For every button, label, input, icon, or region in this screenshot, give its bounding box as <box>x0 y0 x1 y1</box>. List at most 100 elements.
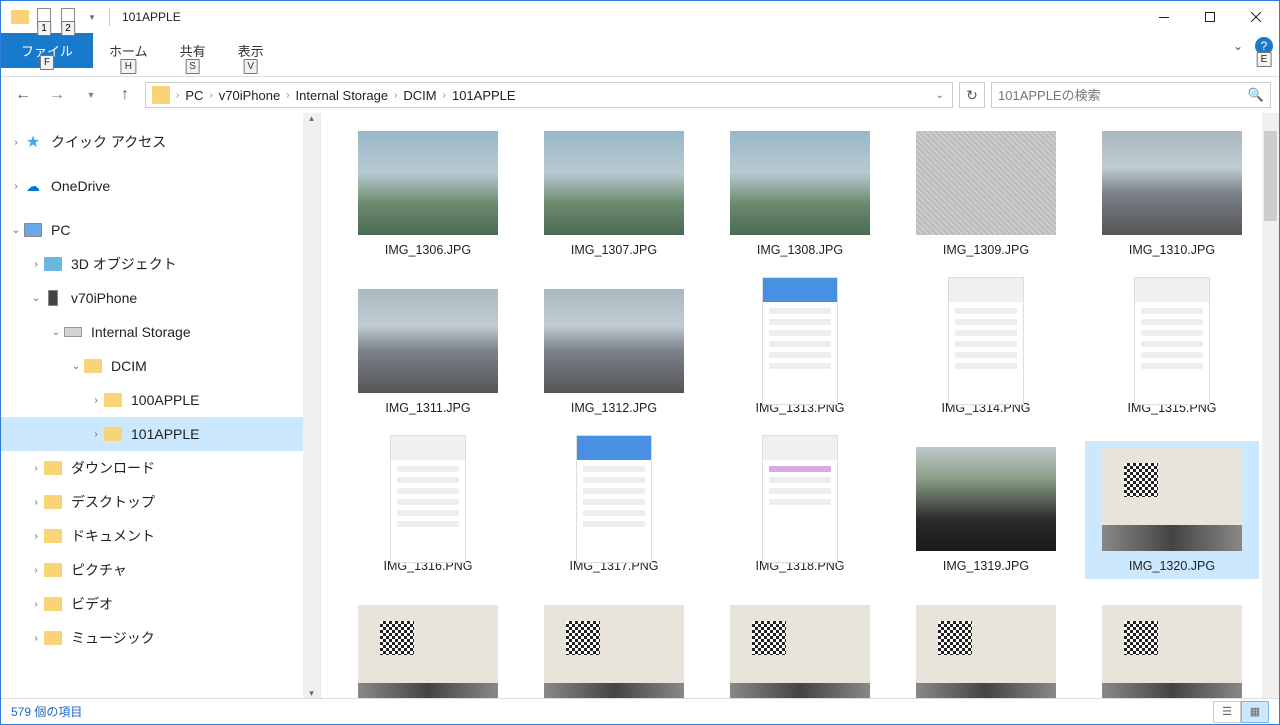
drive-icon <box>63 323 83 341</box>
file-thumbnail <box>544 605 684 699</box>
recent-dropdown[interactable]: ▼ <box>77 81 105 109</box>
file-label: IMG_1320.JPG <box>1129 559 1215 573</box>
file-label: IMG_1310.JPG <box>1129 243 1215 257</box>
crumb-dcim[interactable]: DCIM <box>399 88 440 103</box>
details-view-button[interactable]: ☰ <box>1213 701 1241 723</box>
search-input[interactable] <box>998 88 1248 103</box>
tree-quick-access[interactable]: ›★クイック アクセス <box>1 125 320 159</box>
folder-icon <box>43 629 63 647</box>
tree-dcim[interactable]: ⌄DCIM <box>1 349 320 383</box>
file-thumbnail <box>730 605 870 699</box>
qat-properties-icon[interactable]: 1 <box>33 6 55 28</box>
file-item[interactable] <box>341 599 515 699</box>
up-button[interactable]: ↑ <box>111 81 139 109</box>
file-item[interactable]: IMG_1310.JPG <box>1085 125 1259 263</box>
address-bar[interactable]: › PC › v70iPhone › Internal Storage › DC… <box>145 82 953 108</box>
ribbon-expand-icon[interactable]: ⌄ <box>1227 33 1249 59</box>
file-thumbnail <box>730 289 870 393</box>
phone-icon <box>43 289 63 307</box>
minimize-button[interactable] <box>1141 1 1187 33</box>
maximize-button[interactable] <box>1187 1 1233 33</box>
chevron-right-icon[interactable]: › <box>174 90 181 101</box>
tree-downloads[interactable]: ›ダウンロード <box>1 451 320 485</box>
file-item[interactable]: IMG_1312.JPG <box>527 283 701 421</box>
tree-desktop[interactable]: ›デスクトップ <box>1 485 320 519</box>
file-item[interactable] <box>1085 599 1259 699</box>
search-box[interactable]: 🔍 <box>991 82 1271 108</box>
tree-101apple[interactable]: ›101APPLE <box>1 417 320 451</box>
chevron-right-icon[interactable]: › <box>441 90 448 101</box>
tree-pc[interactable]: ⌄PC <box>1 213 320 247</box>
file-item[interactable] <box>713 599 887 699</box>
tree-100apple[interactable]: ›100APPLE <box>1 383 320 417</box>
help-icon[interactable]: ?E <box>1255 37 1273 55</box>
chevron-right-icon[interactable]: › <box>207 90 214 101</box>
file-grid: IMG_1306.JPGIMG_1307.JPGIMG_1308.JPGIMG_… <box>341 125 1259 699</box>
forward-button[interactable]: → <box>43 81 71 109</box>
file-item[interactable]: IMG_1316.PNG <box>341 441 515 579</box>
file-item[interactable]: IMG_1317.PNG <box>527 441 701 579</box>
tab-home[interactable]: ホームH <box>93 33 164 66</box>
file-label: IMG_1309.JPG <box>943 243 1029 257</box>
item-count: 579 個の項目 <box>11 703 82 720</box>
crumb-pc[interactable]: PC <box>181 88 207 103</box>
file-thumbnail <box>358 131 498 235</box>
file-thumbnail <box>916 131 1056 235</box>
file-item[interactable] <box>527 599 701 699</box>
file-item[interactable]: IMG_1314.PNG <box>899 283 1073 421</box>
tree-3d-objects[interactable]: ›3D オブジェクト <box>1 247 320 281</box>
folder-icon <box>43 527 63 545</box>
qat-customize-icon[interactable]: ▾ <box>81 6 103 28</box>
separator <box>109 8 110 26</box>
file-item[interactable]: IMG_1319.JPG <box>899 441 1073 579</box>
tree-pictures[interactable]: ›ピクチャ <box>1 553 320 587</box>
tree-videos[interactable]: ›ビデオ <box>1 587 320 621</box>
file-thumbnail <box>1102 447 1242 551</box>
thumbnails-view-button[interactable]: ▦ <box>1241 701 1269 723</box>
address-dropdown-icon[interactable]: ⌄ <box>930 90 950 101</box>
file-item[interactable]: IMG_1311.JPG <box>341 283 515 421</box>
file-thumbnail <box>1102 131 1242 235</box>
search-icon[interactable]: 🔍 <box>1248 87 1264 103</box>
file-item[interactable]: IMG_1309.JPG <box>899 125 1073 263</box>
file-thumbnail <box>730 447 870 551</box>
tree-onedrive[interactable]: ›☁OneDrive <box>1 169 320 203</box>
file-thumbnail <box>730 131 870 235</box>
crumb-101apple[interactable]: 101APPLE <box>448 88 520 103</box>
file-thumbnail <box>358 605 498 699</box>
file-thumbnail <box>1102 605 1242 699</box>
tab-file[interactable]: ファイルF <box>1 33 93 68</box>
file-item[interactable]: IMG_1318.PNG <box>713 441 887 579</box>
titlebar: 1 2 ▾ 101APPLE <box>1 1 1279 33</box>
file-item[interactable]: IMG_1306.JPG <box>341 125 515 263</box>
qat-new-icon[interactable]: 2 <box>57 6 79 28</box>
tree-device[interactable]: ⌄v70iPhone <box>1 281 320 315</box>
crumb-internal[interactable]: Internal Storage <box>292 88 393 103</box>
file-label: IMG_1319.JPG <box>943 559 1029 573</box>
file-item[interactable]: IMG_1313.PNG <box>713 283 887 421</box>
tree-internal-storage[interactable]: ⌄Internal Storage <box>1 315 320 349</box>
close-button[interactable] <box>1233 1 1279 33</box>
chevron-right-icon[interactable]: › <box>392 90 399 101</box>
qat-folder-icon[interactable] <box>9 6 31 28</box>
tree-documents[interactable]: ›ドキュメント <box>1 519 320 553</box>
file-item[interactable]: IMG_1308.JPG <box>713 125 887 263</box>
status-bar: 579 個の項目 ☰ ▦ <box>1 698 1279 724</box>
file-thumbnail <box>544 447 684 551</box>
file-thumbnail <box>544 289 684 393</box>
file-item[interactable] <box>899 599 1073 699</box>
window-title: 101APPLE <box>122 10 181 24</box>
tree-music[interactable]: ›ミュージック <box>1 621 320 655</box>
refresh-button[interactable]: ↻ <box>959 82 985 108</box>
file-item[interactable]: IMG_1307.JPG <box>527 125 701 263</box>
file-item[interactable]: IMG_1315.PNG <box>1085 283 1259 421</box>
chevron-right-icon[interactable]: › <box>284 90 291 101</box>
file-label: IMG_1312.JPG <box>571 401 657 415</box>
file-item[interactable]: IMG_1320.JPG <box>1085 441 1259 579</box>
back-button[interactable]: ← <box>9 81 37 109</box>
tab-share[interactable]: 共有S <box>164 33 222 66</box>
nav-scrollbar[interactable] <box>303 113 320 699</box>
tab-view[interactable]: 表示V <box>222 33 280 66</box>
crumb-device[interactable]: v70iPhone <box>215 88 284 103</box>
content-scrollbar[interactable] <box>1262 113 1279 699</box>
